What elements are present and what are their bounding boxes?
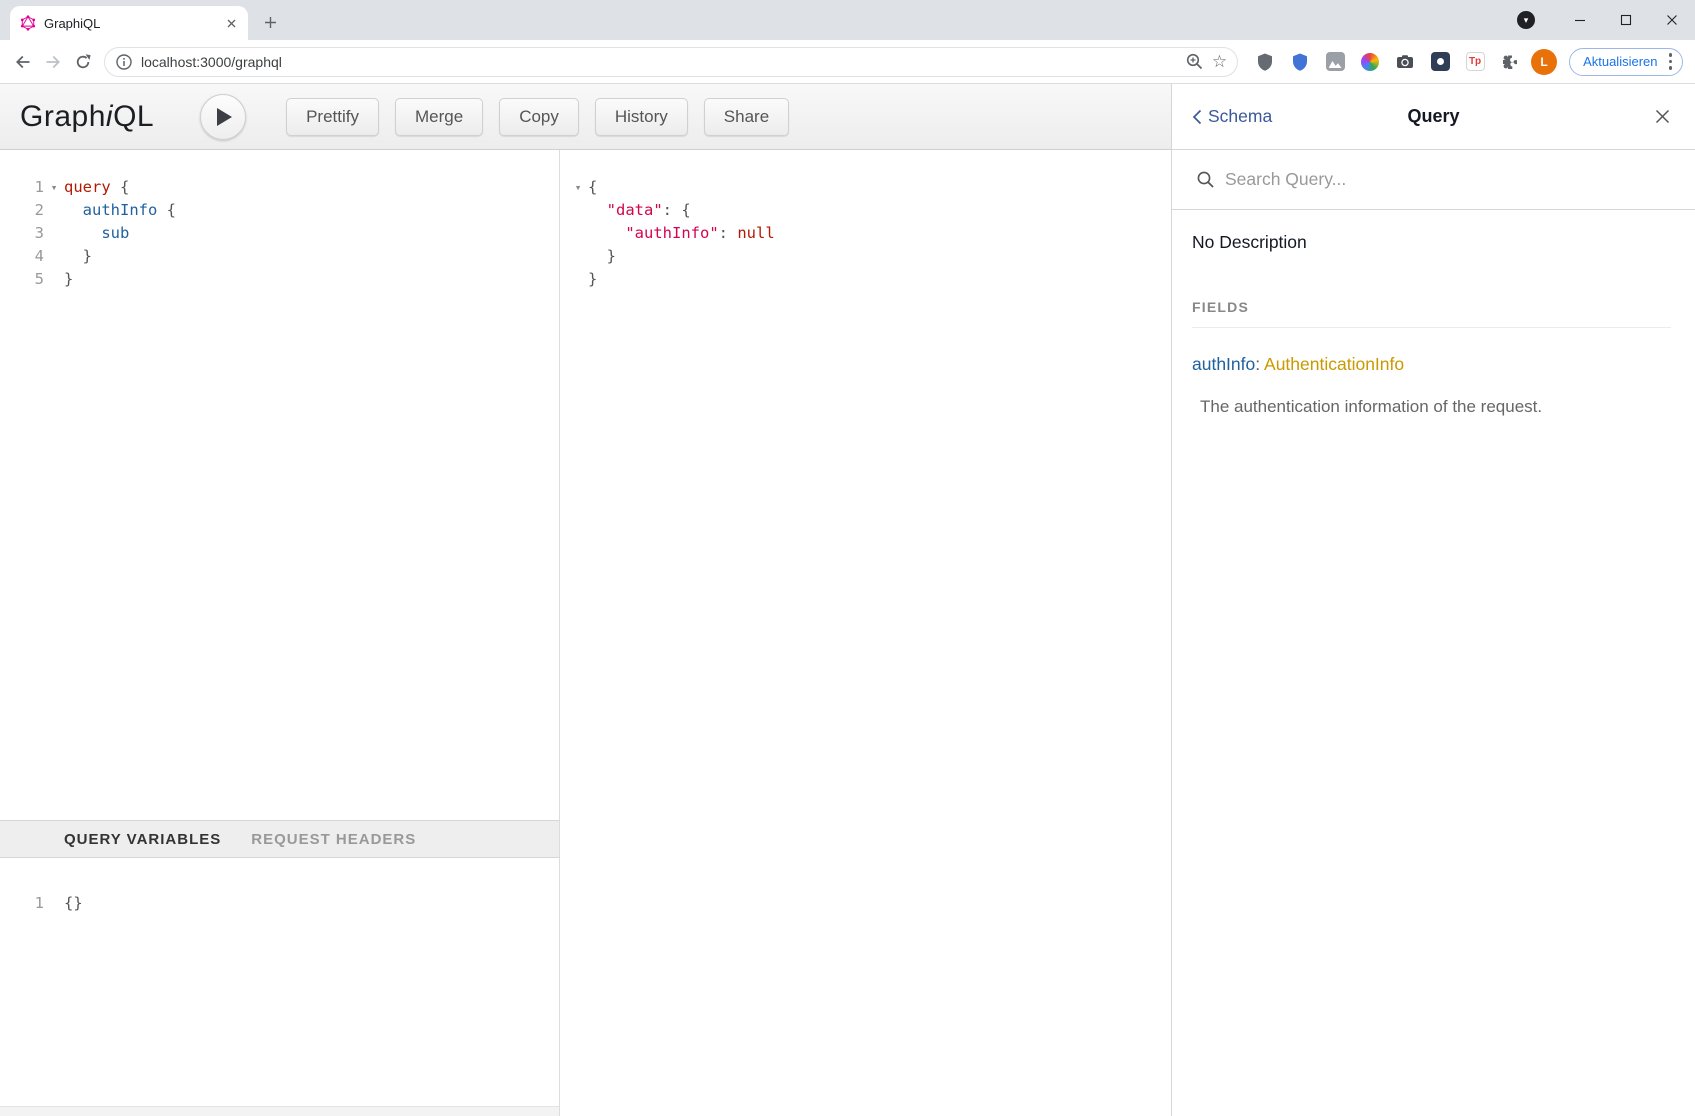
chevron-left-icon [1192, 109, 1202, 125]
variables-title-bar: QUERY VARIABLES REQUEST HEADERS [0, 820, 559, 858]
code-line: 3 sub [8, 222, 559, 245]
code-line: 5} [8, 268, 559, 291]
extension-dark-badge-icon[interactable] [1429, 51, 1451, 73]
code-line: } [568, 268, 1171, 291]
code-line: 1{} [8, 892, 559, 915]
extension-colorwheel-icon[interactable] [1359, 51, 1381, 73]
variables-editor[interactable]: 1{} [0, 858, 559, 1116]
page-info-icon[interactable] [115, 53, 133, 71]
play-icon [217, 108, 233, 126]
doc-field-row: authInfo: AuthenticationInfo [1192, 354, 1671, 375]
address-bar[interactable]: localhost:3000/graphql ☆ [104, 47, 1238, 77]
profile-avatar[interactable]: L [1531, 49, 1557, 75]
update-button-label: Aktualisieren [1583, 54, 1657, 69]
code-line: 2 authInfo { [8, 199, 559, 222]
extension-shield-gray-icon[interactable] [1254, 51, 1276, 73]
prettify-button[interactable]: Prettify [286, 98, 379, 136]
tab-search-icon[interactable]: ▾ [1517, 11, 1535, 29]
minimize-button[interactable] [1557, 0, 1603, 40]
execute-query-button[interactable] [200, 94, 246, 140]
new-tab-button[interactable] [256, 8, 284, 36]
browser-menu-icon[interactable] [1665, 49, 1677, 74]
merge-button[interactable]: Merge [395, 98, 483, 136]
tab-strip: GraphiQL ▾ [0, 0, 1695, 40]
graphiql-app: GraphiQL Prettify Merge Copy History Sha… [0, 84, 1695, 1116]
browser-update-button[interactable]: Aktualisieren [1569, 48, 1683, 76]
window-controls: ▾ [1517, 0, 1695, 40]
type-name-link[interactable]: AuthenticationInfo [1264, 354, 1404, 374]
graphiql-main: GraphiQL Prettify Merge Copy History Sha… [0, 84, 1171, 1116]
field-name-link[interactable]: authInfo [1192, 354, 1255, 374]
doc-explorer-panel: Query Schema No Descrip [1171, 84, 1695, 1116]
browser-tab[interactable]: GraphiQL [10, 6, 248, 40]
field-separator: : [1255, 354, 1264, 374]
result-viewer[interactable]: ▾{ "data": { "authInfo": null }} [560, 150, 1171, 1116]
browser-toolbar: localhost:3000/graphql ☆ [0, 40, 1695, 84]
tab-request-headers[interactable]: REQUEST HEADERS [251, 831, 416, 848]
fields-section-header: FIELDS [1192, 299, 1671, 328]
field-description: The authentication information of the re… [1192, 397, 1671, 417]
forward-icon[interactable] [38, 47, 68, 77]
doc-explorer-header: Query Schema [1172, 84, 1695, 150]
url-text[interactable]: localhost:3000/graphql [141, 54, 1177, 70]
extension-tp-icon[interactable]: Tp [1464, 51, 1486, 73]
graphiql-toolbar: GraphiQL Prettify Merge Copy History Sha… [0, 84, 1171, 150]
extension-screenshot-icon[interactable] [1324, 51, 1346, 73]
doc-content: No Description FIELDS authInfo: Authenti… [1172, 210, 1695, 1116]
workspace: 1▾query {2 authInfo {3 sub4 }5} QUERY VA… [0, 150, 1171, 1116]
tab-query-variables[interactable]: QUERY VARIABLES [64, 831, 221, 848]
extension-camera-icon[interactable] [1394, 51, 1416, 73]
back-icon[interactable] [8, 47, 38, 77]
toolbar-buttons: Prettify Merge Copy History Share [286, 98, 789, 136]
code-line: "authInfo": null [568, 222, 1171, 245]
history-button[interactable]: History [595, 98, 688, 136]
code-line: } [568, 245, 1171, 268]
extension-icons: Tp [1244, 51, 1531, 73]
share-button[interactable]: Share [704, 98, 789, 136]
code-line: 1▾query { [8, 176, 559, 199]
graphiql-logo: GraphiQL [20, 100, 154, 134]
doc-search-bar [1172, 150, 1695, 210]
query-editor[interactable]: 1▾query {2 authInfo {3 sub4 }5} [0, 150, 559, 820]
window-close-button[interactable] [1649, 0, 1695, 40]
graphql-favicon [20, 15, 36, 31]
search-icon [1196, 170, 1215, 189]
doc-search-input[interactable] [1225, 169, 1671, 190]
browser-window: GraphiQL ▾ [0, 0, 1695, 1116]
doc-back-label: Schema [1208, 106, 1272, 127]
type-description: No Description [1192, 232, 1671, 253]
copy-button[interactable]: Copy [499, 98, 579, 136]
tab-title: GraphiQL [44, 16, 214, 31]
bookmark-star-icon[interactable]: ☆ [1212, 53, 1227, 70]
tab-close-icon[interactable] [222, 14, 240, 32]
doc-back-link[interactable]: Schema [1192, 106, 1272, 127]
editor-column: 1▾query {2 authInfo {3 sub4 }5} QUERY VA… [0, 150, 560, 1116]
code-line: ▾{ [568, 176, 1171, 199]
zoom-icon[interactable] [1185, 52, 1204, 71]
horizontal-scrollbar[interactable] [0, 1106, 559, 1116]
extensions-puzzle-icon[interactable] [1499, 51, 1521, 73]
code-line: "data": { [568, 199, 1171, 222]
maximize-button[interactable] [1603, 0, 1649, 40]
code-line: 4 } [8, 245, 559, 268]
extension-shield-blue-icon[interactable] [1289, 51, 1311, 73]
reload-icon[interactable] [68, 47, 98, 77]
doc-close-icon[interactable] [1649, 104, 1675, 130]
